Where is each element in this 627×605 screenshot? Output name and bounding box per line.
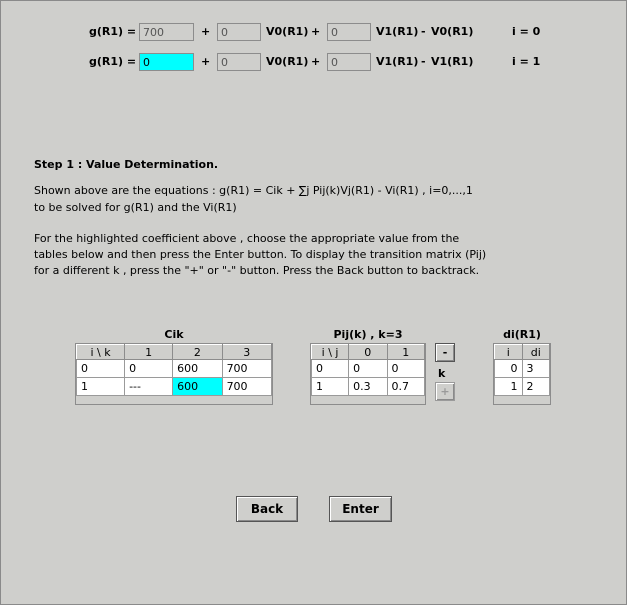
di-table: i di 0 3 1 2	[493, 343, 551, 405]
table-cell[interactable]: 700	[221, 359, 273, 378]
table-cell[interactable]: 0	[310, 359, 350, 378]
coef-v0-field[interactable]: 0	[217, 23, 261, 41]
k-decrement-button[interactable]: -	[435, 343, 455, 362]
table-cell[interactable]: 1	[75, 377, 126, 396]
cik-table: i \ k 1 2 3 0 0 600 700 1 --- 600 700	[75, 343, 273, 405]
coef-v0-field[interactable]: 0	[217, 53, 261, 71]
table-row: 0 0 600 700	[75, 359, 273, 378]
minus-sign: -	[421, 55, 426, 68]
table-cell[interactable]: 0	[386, 359, 426, 378]
v-label: V1(R1)	[376, 55, 419, 68]
k-increment-button[interactable]: +	[435, 382, 455, 401]
table-cell[interactable]: ---	[124, 377, 174, 396]
v-label: V0(R1)	[431, 25, 474, 38]
table-cell[interactable]: 0.7	[386, 377, 426, 396]
window-frame	[0, 0, 627, 605]
v-label: V0(R1)	[266, 55, 309, 68]
plus-sign: +	[201, 55, 211, 68]
minus-sign: -	[421, 25, 426, 38]
table-row: 1 --- 600 700	[75, 377, 273, 396]
g-label: g(R1) =	[89, 25, 137, 38]
table-row: 0 0 0	[310, 359, 426, 378]
g-value-field-highlighted[interactable]: 0	[139, 53, 194, 71]
cik-table-title: Cik	[164, 328, 184, 341]
pij-header: i \ j	[310, 344, 350, 360]
table-row: 0 3	[494, 359, 550, 378]
table-cell-highlighted[interactable]: 600	[172, 377, 223, 396]
pij-header: 0	[348, 344, 388, 360]
enter-button[interactable]: Enter	[329, 496, 392, 522]
di-table-title: di(R1)	[503, 328, 541, 341]
table-cell[interactable]: 700	[221, 377, 273, 396]
step-text-line: Shown above are the equations : g(R1) = …	[34, 184, 473, 197]
v-label: V0(R1)	[266, 25, 309, 38]
g-value-field[interactable]: 700	[139, 23, 194, 41]
coef-v1-field[interactable]: 0	[327, 53, 371, 71]
k-label: k	[438, 367, 446, 380]
step-text-line: to be solved for g(R1) and the Vi(R1)	[34, 201, 237, 214]
cik-header: 3	[221, 344, 273, 360]
index-label: i = 0	[512, 25, 541, 38]
cik-header: 2	[172, 344, 223, 360]
v-label: V1(R1)	[376, 25, 419, 38]
table-cell[interactable]: 600	[172, 359, 223, 378]
pij-header: 1	[386, 344, 426, 360]
table-cell[interactable]: 0	[75, 359, 126, 378]
table-cell[interactable]: 0	[494, 359, 523, 378]
step-text-line: For the highlighted coefficient above , …	[34, 232, 460, 245]
step-title: Step 1 : Value Determination.	[34, 158, 219, 171]
plus-sign: +	[311, 55, 321, 68]
table-cell[interactable]: 1	[494, 377, 523, 396]
pij-table: i \ j 0 1 0 0 0 1 0.3 0.7	[310, 343, 426, 405]
index-label: i = 1	[512, 55, 541, 68]
v-label: V1(R1)	[431, 55, 474, 68]
table-cell[interactable]: 3	[521, 359, 550, 378]
plus-sign: +	[311, 25, 321, 38]
cik-header: 1	[124, 344, 174, 360]
coef-v1-field[interactable]: 0	[327, 23, 371, 41]
plus-sign: +	[201, 25, 211, 38]
pij-table-title: Pij(k) , k=3	[333, 328, 403, 341]
g-label: g(R1) =	[89, 55, 137, 68]
di-header: i	[494, 344, 523, 360]
step-text-line: tables below and then press the Enter bu…	[34, 248, 487, 261]
back-button[interactable]: Back	[236, 496, 298, 522]
table-cell[interactable]: 2	[521, 377, 550, 396]
table-cell[interactable]: 0	[124, 359, 174, 378]
table-row: 1 2	[494, 377, 550, 396]
di-header: di	[521, 344, 550, 360]
cik-header: i \ k	[75, 344, 126, 360]
step-text-line: for a different k , press the "+" or "-"…	[34, 264, 480, 277]
table-row: 1 0.3 0.7	[310, 377, 426, 396]
table-cell[interactable]: 0.3	[348, 377, 388, 396]
table-cell[interactable]: 1	[310, 377, 350, 396]
table-cell[interactable]: 0	[348, 359, 388, 378]
